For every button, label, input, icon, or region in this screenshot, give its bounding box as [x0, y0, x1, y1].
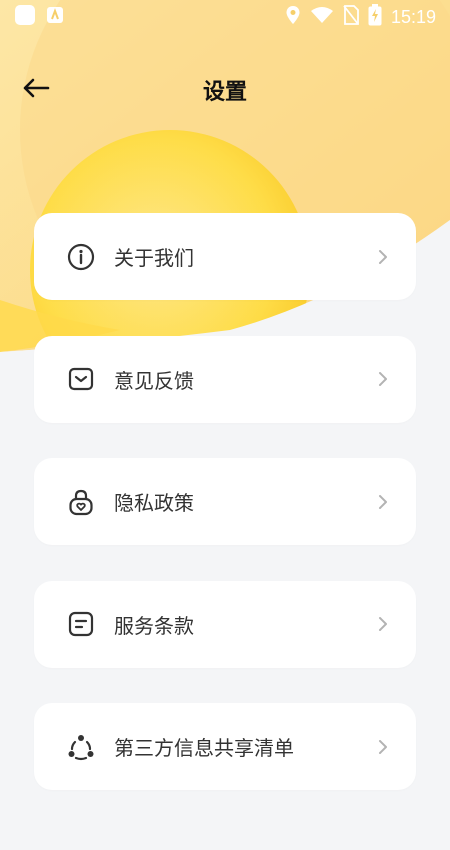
wifi-icon: [310, 6, 334, 28]
chevron-right-icon: [376, 492, 390, 512]
menu-item-label: 第三方信息共享清单: [114, 736, 294, 760]
notification-icon: [46, 6, 64, 28]
location-icon: [285, 5, 301, 29]
terms-document-icon: [66, 609, 96, 639]
privacy-lock-icon: [66, 487, 96, 517]
menu-item-about[interactable]: 关于我们: [34, 213, 416, 300]
menu-item-label: 隐私政策: [114, 491, 194, 515]
status-bar: 15:19: [0, 0, 450, 34]
menu-item-label: 意见反馈: [114, 368, 194, 393]
chevron-right-icon: [376, 247, 390, 267]
battery-charging-icon: [368, 4, 382, 30]
menu-item-third-party-sharing[interactable]: 第三方信息共享清单: [34, 703, 416, 790]
chevron-right-icon: [376, 737, 390, 757]
settings-menu: 关于我们 意见反馈 隐私政策 服务条款 第三方信息共享清单: [34, 213, 416, 826]
share-icon: [66, 732, 96, 762]
page-title: 设置: [202, 80, 247, 105]
app-icon: [14, 4, 36, 30]
arrow-left-icon: [22, 77, 50, 103]
menu-item-privacy[interactable]: 隐私政策: [34, 458, 416, 545]
info-icon: [66, 242, 96, 272]
chevron-right-icon: [376, 369, 390, 389]
menu-item-label: 关于我们: [114, 246, 194, 270]
back-button[interactable]: [18, 74, 54, 106]
status-time: 15:19: [390, 6, 436, 27]
menu-item-label: 服务条款: [114, 613, 194, 638]
page-header: 设置: [0, 62, 450, 118]
no-sim-icon: [343, 5, 359, 29]
feedback-icon: [66, 364, 96, 394]
chevron-right-icon: [376, 614, 390, 634]
menu-item-feedback[interactable]: 意见反馈: [34, 335, 416, 423]
menu-item-terms[interactable]: 服务条款: [34, 580, 416, 668]
